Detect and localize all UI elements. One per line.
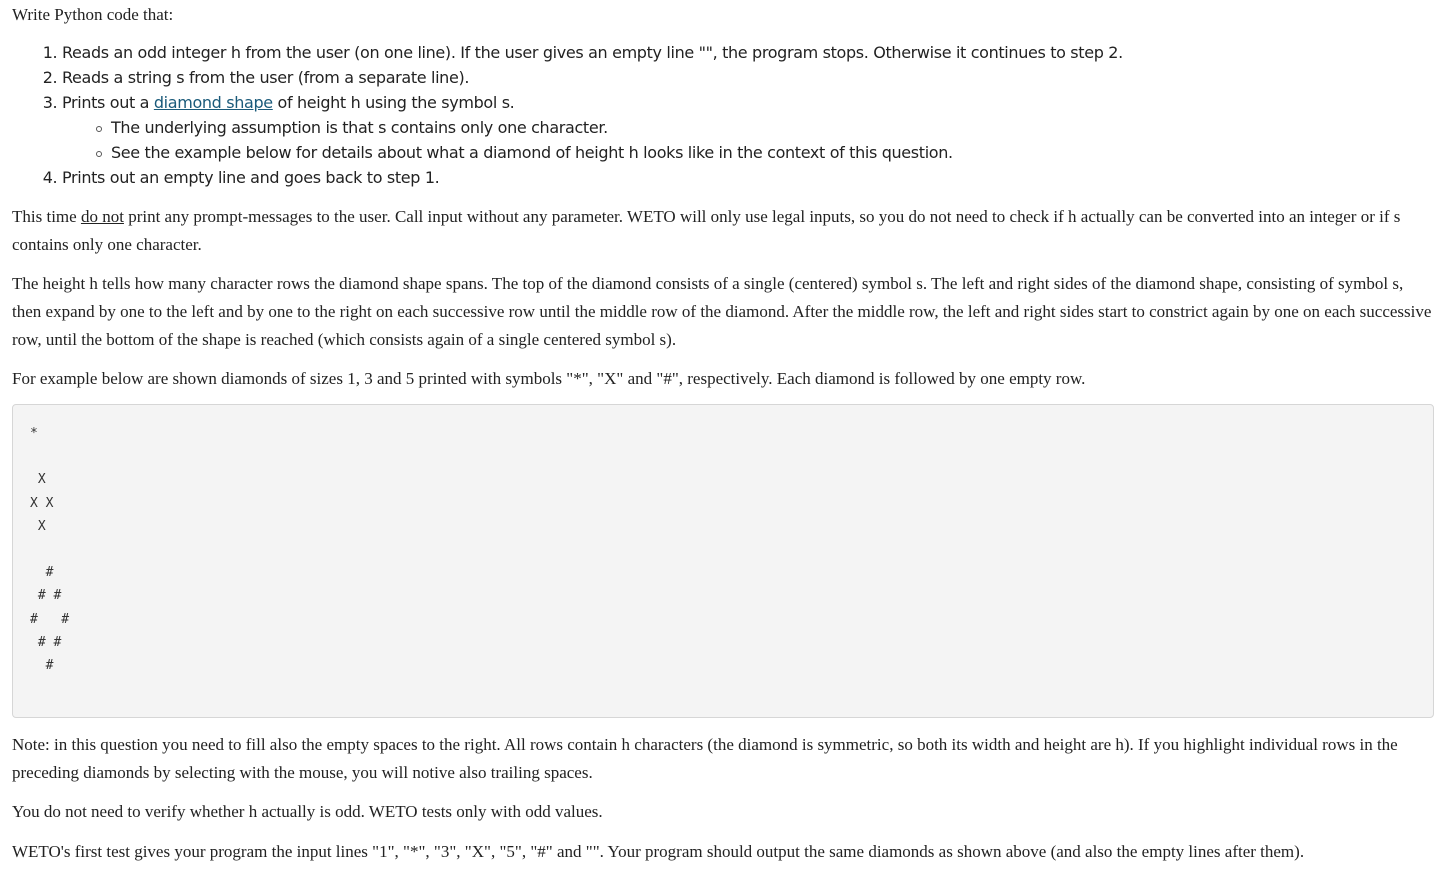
prompt-paragraph: This time do not print any prompt-messag…	[12, 203, 1434, 259]
diamond-examples: * X X X X # # # # # # # #	[30, 426, 70, 674]
step-4-text: Prints out an empty line and goes back t…	[62, 168, 440, 187]
step-2-text: Reads a string s from the user (from a s…	[62, 68, 470, 87]
odd-values-paragraph: You do not need to verify whether h actu…	[12, 802, 603, 821]
step-1: Reads an odd integer h from the user (on…	[62, 40, 1434, 65]
step-3-text-after: of height h using the symbol s.	[272, 93, 515, 112]
first-test-paragraph: WETO's first test gives your program the…	[12, 842, 1305, 861]
step-3-subitem-1-text: The underlying assumption is that s cont…	[111, 118, 608, 137]
prompt-paragraph-rest: print any prompt-messages to the user. C…	[12, 207, 1401, 254]
step-4: Prints out an empty line and goes back t…	[62, 165, 1434, 190]
code-example-block: * X X X X # # # # # # # #	[12, 404, 1434, 718]
intro-text: Write Python code that:	[12, 5, 174, 24]
diamond-shape-link[interactable]: diamond shape	[154, 93, 273, 112]
step-3: Prints out a diamond shape of height h u…	[62, 90, 1434, 165]
step-3-subitem-1: The underlying assumption is that s cont…	[96, 115, 1434, 140]
question-content: Write Python code that: Reads an odd int…	[12, 0, 1434, 861]
step-3-subitem-2: See the example below for details about …	[96, 140, 1434, 165]
do-not-emphasis: do not	[80, 207, 124, 226]
note-paragraph: Note: in this question you need to fill …	[12, 735, 1398, 782]
steps-list: Reads an odd integer h from the user (on…	[12, 40, 1434, 190]
step-1-text: Reads an odd integer h from the user (on…	[62, 43, 1123, 62]
height-paragraph: The height h tells how many character ro…	[12, 274, 1432, 349]
step-3-sublist: The underlying assumption is that s cont…	[62, 115, 1434, 165]
prompt-paragraph-start: This time	[12, 207, 81, 226]
step-3-subitem-2-text: See the example below for details about …	[111, 143, 953, 162]
step-2: Reads a string s from the user (from a s…	[62, 65, 1434, 90]
example-paragraph: For example below are shown diamonds of …	[12, 369, 1086, 388]
step-3-text-before: Prints out a	[62, 93, 154, 112]
